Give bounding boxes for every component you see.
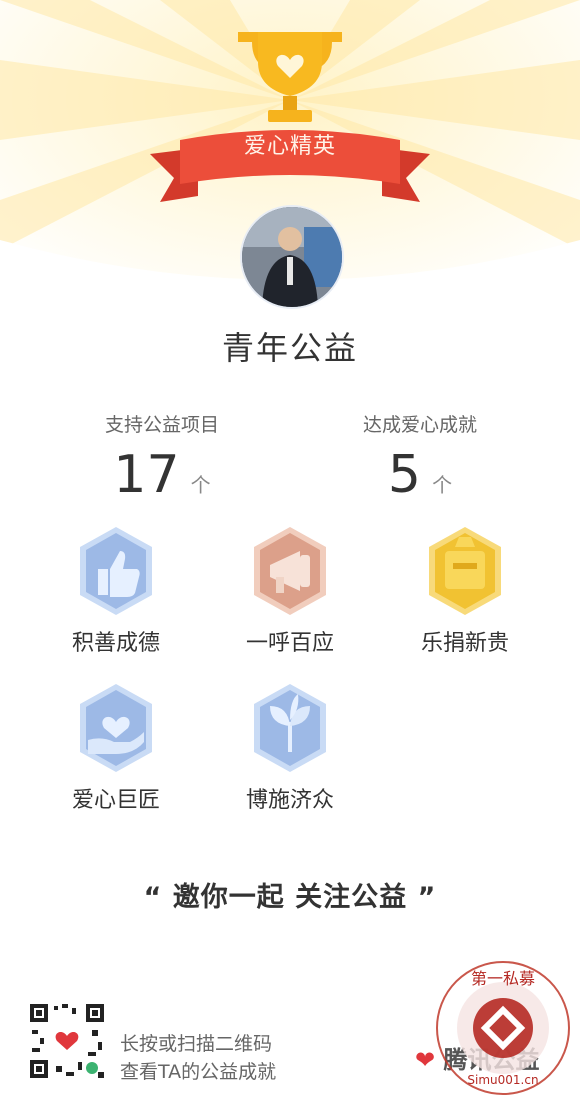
stat-value: 17: [113, 445, 180, 505]
badge-label: 博施济众: [245, 788, 334, 813]
megaphone-icon: [254, 527, 326, 615]
watermark-stamp-icon: 第一私募 Simu001.cn: [436, 961, 570, 1095]
profile-name: 青年公益: [221, 329, 358, 367]
badge-item[interactable]: 乐捐新贵: [385, 525, 545, 657]
qr-hint: 长按或扫描二维码 查看TA的公益成就: [120, 1030, 276, 1086]
qr-hint-line2: 查看TA的公益成就: [120, 1061, 277, 1083]
stat-label: 支持公益项目: [104, 414, 219, 436]
sprout-icon: [254, 684, 326, 772]
badge-label: 爱心巨匠: [71, 788, 160, 813]
watermark-domain: Simu001.cn: [467, 1073, 538, 1087]
person-photo-icon: [242, 207, 342, 307]
stat-value: 5: [387, 445, 421, 505]
badge-label: 积善成德: [71, 631, 160, 656]
crown-badge-icon: [429, 527, 501, 615]
ribbon-title: 爱心精英: [243, 134, 336, 159]
badge-label: 一呼百应: [245, 631, 334, 656]
badge-item[interactable]: 博施济众: [210, 682, 370, 814]
badge-item[interactable]: 一呼百应: [210, 525, 370, 657]
thumbs-up-icon: [80, 527, 152, 615]
slogan-text: “ 邀你一起 关注公益 ”: [143, 882, 437, 913]
stat-unit: 个: [432, 473, 453, 497]
heart-hand-icon: [80, 684, 152, 772]
stat-label: 达成爱心成就: [362, 414, 477, 436]
qr-hint-line1: 长按或扫描二维码: [120, 1033, 273, 1055]
badge-label: 乐捐新贵: [420, 631, 509, 656]
qr-code-icon[interactable]: [26, 1000, 108, 1082]
badge-item[interactable]: 爱心巨匠: [36, 682, 196, 814]
stat-achievements: 达成爱心成就 5 个: [300, 410, 540, 505]
watermark-text: 第一私募: [471, 969, 535, 988]
stat-projects: 支持公益项目 17 个: [42, 410, 282, 505]
stat-unit: 个: [190, 473, 211, 497]
badge-item[interactable]: 积善成德: [36, 525, 196, 657]
avatar[interactable]: [240, 205, 344, 309]
